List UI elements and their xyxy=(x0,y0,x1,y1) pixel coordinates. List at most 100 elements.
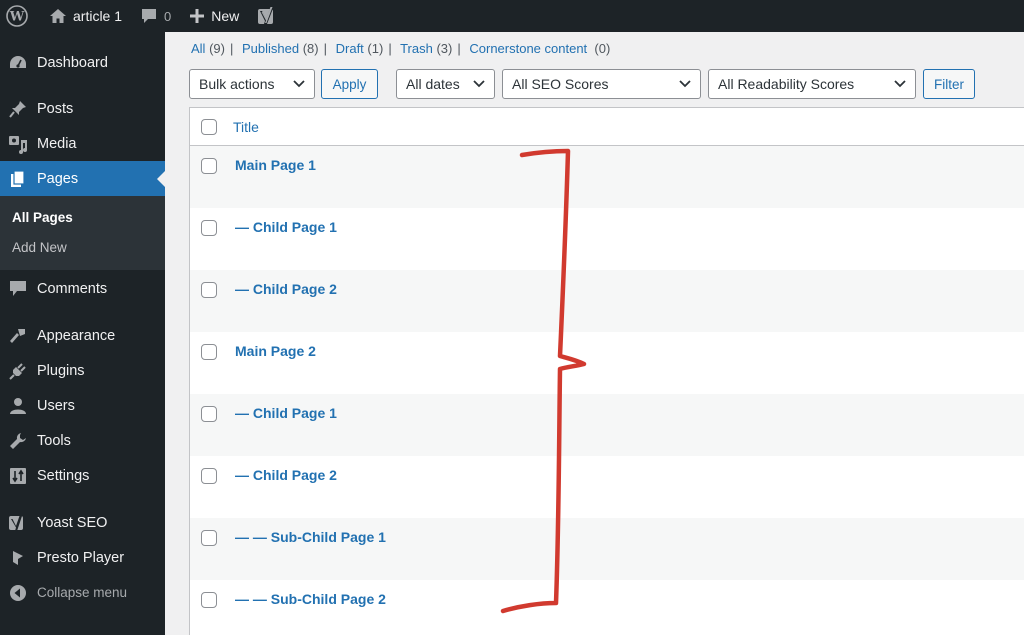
view-count: (3) xyxy=(436,41,453,56)
page-title-link[interactable]: — — Sub-Child Page 1 xyxy=(235,529,386,545)
view-count: (8) xyxy=(302,41,319,56)
table-row: — Child Page 1 xyxy=(190,208,1024,270)
submenu-all-pages[interactable]: All Pages xyxy=(0,203,165,233)
sidebar-item-media[interactable]: Media xyxy=(0,126,165,161)
sidebar-item-appearance[interactable]: Appearance xyxy=(0,318,165,353)
pin-icon xyxy=(8,99,28,119)
separator: | xyxy=(388,41,392,56)
row-checkbox[interactable] xyxy=(201,158,217,174)
page-title-link[interactable]: — Child Page 1 xyxy=(235,219,337,235)
row-checkbox[interactable] xyxy=(201,344,217,360)
dashboard-icon xyxy=(8,53,28,73)
sidebar-item-comments[interactable]: Comments xyxy=(0,271,165,306)
yoast-menu-button[interactable] xyxy=(248,0,292,32)
plug-icon xyxy=(8,361,28,381)
sidebar-item-tools[interactable]: Tools xyxy=(0,423,165,458)
sidebar-item-label: Media xyxy=(37,135,77,152)
table-row: Main Page 2 xyxy=(190,332,1024,394)
new-label: New xyxy=(211,8,240,24)
readability-filter-select[interactable]: All Readability Scores xyxy=(708,69,916,99)
table-row: — Child Page 1 xyxy=(190,394,1024,456)
row-checkbox[interactable] xyxy=(201,592,217,608)
readability-filter-value: All Readability Scores xyxy=(718,76,855,92)
chevron-down-icon xyxy=(678,77,692,91)
collapse-menu-label: Collapse menu xyxy=(37,585,128,600)
seo-score-filter-select[interactable]: All SEO Scores xyxy=(502,69,701,99)
bulk-actions-value: Bulk actions xyxy=(199,76,275,92)
new-content-button[interactable]: New xyxy=(180,0,248,32)
row-checkbox[interactable] xyxy=(201,530,217,546)
sidebar-item-label: Presto Player xyxy=(37,549,125,566)
yoast-icon xyxy=(257,5,277,27)
sidebar-item-yoast-seo[interactable]: Yoast SEO xyxy=(0,505,165,540)
row-checkbox[interactable] xyxy=(201,406,217,422)
view-published-link[interactable]: Published xyxy=(242,41,299,56)
page-title-link[interactable]: — Child Page 2 xyxy=(235,281,337,297)
apply-button[interactable]: Apply xyxy=(321,69,378,99)
pages-submenu: All Pages Add New xyxy=(0,196,165,270)
sidebar-item-users[interactable]: Users xyxy=(0,388,165,423)
sidebar-item-label: Comments xyxy=(37,280,108,297)
yoast-icon xyxy=(8,513,28,533)
row-checkbox[interactable] xyxy=(201,282,217,298)
comment-icon xyxy=(8,279,28,299)
table-row: — Child Page 2 xyxy=(190,456,1024,518)
collapse-arrow-icon xyxy=(8,583,28,603)
site-name-link[interactable]: article 1 xyxy=(40,0,131,32)
paintbrush-icon xyxy=(8,326,28,346)
plus-icon xyxy=(189,8,205,24)
page-title-link[interactable]: Main Page 2 xyxy=(235,343,316,359)
title-column-header[interactable]: Title xyxy=(233,119,259,135)
sidebar-item-label: Tools xyxy=(37,432,71,449)
collapse-menu-button[interactable]: Collapse menu xyxy=(0,575,165,610)
separator: | xyxy=(457,41,461,56)
comments-link[interactable]: 0 xyxy=(131,0,180,32)
sidebar-item-label: Appearance xyxy=(37,327,116,344)
date-filter-select[interactable]: All dates xyxy=(396,69,495,99)
view-cornerstone-link[interactable]: Cornerstone content xyxy=(469,41,587,56)
view-count: (1) xyxy=(367,41,384,56)
admin-bar: W article 1 0 New xyxy=(0,0,1024,32)
sidebar-item-presto-player[interactable]: Presto Player xyxy=(0,540,165,575)
page-title-link[interactable]: Main Page 1 xyxy=(235,157,316,173)
sidebar-item-settings[interactable]: Settings xyxy=(0,458,165,493)
sidebar-item-label: Users xyxy=(37,397,75,414)
seo-score-filter-value: All SEO Scores xyxy=(512,76,609,92)
view-draft-link[interactable]: Draft xyxy=(336,41,364,56)
settings-icon xyxy=(8,466,28,486)
chevron-down-icon xyxy=(893,77,907,91)
sidebar-item-label: Yoast SEO xyxy=(37,514,108,531)
view-trash-link[interactable]: Trash xyxy=(400,41,433,56)
view-all-link[interactable]: All xyxy=(191,41,205,56)
select-all-checkbox[interactable] xyxy=(201,118,217,135)
view-count: (9) xyxy=(209,41,225,56)
table-row: — — Sub-Child Page 1 xyxy=(190,518,1024,580)
bulk-actions-select[interactable]: Bulk actions xyxy=(189,69,315,99)
page-title-link[interactable]: — — Sub-Child Page 2 xyxy=(235,591,386,607)
row-checkbox[interactable] xyxy=(201,220,217,236)
wordpress-logo-icon: W xyxy=(6,5,28,27)
user-icon xyxy=(8,396,28,416)
sidebar-item-dashboard[interactable]: Dashboard xyxy=(0,45,165,80)
pages-icon xyxy=(8,169,28,189)
admin-sidebar: Dashboard Posts Media Pages All Pages Ad… xyxy=(0,32,165,635)
sidebar-item-posts[interactable]: Posts xyxy=(0,91,165,126)
main-content: All (9) | Published (8) | Draft (1) | Trash… xyxy=(165,32,1024,635)
sidebar-item-label: Dashboard xyxy=(37,54,108,71)
pages-table: Title Main Page 1 — Child Page 1 — Child P… xyxy=(189,107,1024,635)
page-title-link[interactable]: — Child Page 1 xyxy=(235,405,337,421)
table-row: — Child Page 2 xyxy=(190,270,1024,332)
submenu-add-new[interactable]: Add New xyxy=(0,233,165,263)
table-row: Main Page 1 xyxy=(190,146,1024,208)
home-icon xyxy=(49,8,67,24)
sidebar-item-pages[interactable]: Pages xyxy=(0,161,165,196)
filter-button[interactable]: Filter xyxy=(923,69,975,99)
presto-icon xyxy=(8,548,28,568)
sidebar-item-plugins[interactable]: Plugins xyxy=(0,353,165,388)
wordpress-logo-button[interactable]: W xyxy=(0,0,40,32)
view-filters: All (9) | Published (8) | Draft (1) | Trash… xyxy=(191,41,610,56)
svg-text:W: W xyxy=(9,10,25,25)
page-title-link[interactable]: — Child Page 2 xyxy=(235,467,337,483)
sidebar-item-label: Posts xyxy=(37,100,74,117)
row-checkbox[interactable] xyxy=(201,468,217,484)
